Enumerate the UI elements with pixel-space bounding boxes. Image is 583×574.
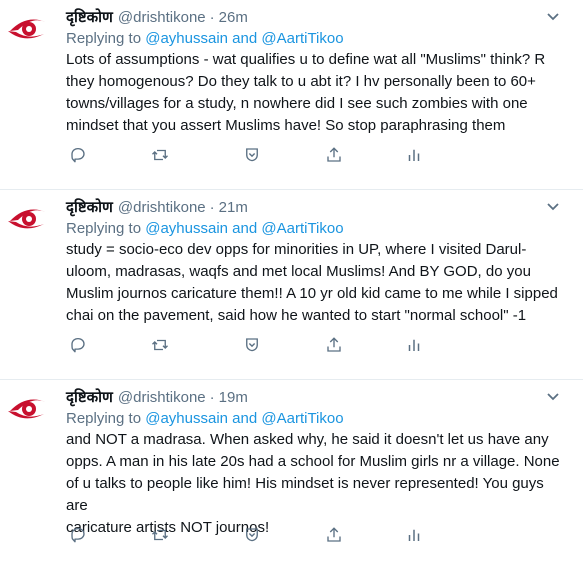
analytics-button[interactable] — [402, 143, 426, 167]
timestamp[interactable]: 21m — [219, 199, 248, 216]
user-handle[interactable]: @drishtikone — [118, 199, 206, 216]
analytics-icon — [408, 529, 420, 541]
avatar[interactable] — [6, 384, 52, 430]
like-icon — [246, 528, 258, 542]
tweet-header: दृष्टिकोण @drishtikone · 21m — [66, 196, 567, 218]
replying-to-label: Replying to — [66, 410, 142, 427]
tweet-text-line: towns/villages for a study, n nowhere di… — [66, 95, 528, 112]
tweet-text-line: study = socio-eco dev opps for minoritie… — [66, 241, 527, 258]
tweet-text-line: of u talks to people like him! His minds… — [66, 475, 544, 514]
replying-to-label: Replying to — [66, 30, 142, 47]
chevron-down-icon — [547, 13, 559, 21]
tweet-text-line: uloom, madrasas, waqfs and met local Mus… — [66, 263, 531, 280]
reply-button[interactable] — [66, 523, 90, 547]
mention-and: and — [232, 410, 258, 427]
tweet-text-line: opps. A man in his late 20s had a school… — [66, 453, 560, 470]
mention-link[interactable]: @AartiTikoo — [261, 30, 343, 47]
separator-dot: · — [209, 198, 215, 216]
mention-link[interactable]: @AartiTikoo — [261, 220, 343, 237]
timestamp[interactable]: 26m — [219, 9, 248, 26]
share-button[interactable] — [322, 523, 346, 547]
reply-icon — [71, 337, 85, 353]
replying-to-label: Replying to — [66, 220, 142, 237]
like-icon — [246, 338, 258, 352]
tweet-content: दृष्टिकोण @drishtikone · 26m Replying to… — [66, 6, 567, 137]
more-options-button[interactable] — [541, 8, 565, 26]
avatar[interactable] — [6, 4, 52, 50]
retweet-icon — [152, 149, 168, 161]
drishtikone-eye-logo-icon — [8, 19, 46, 39]
tweet-actions — [66, 523, 496, 547]
tweet-header: दृष्टिकोण @drishtikone · 26m — [66, 6, 567, 28]
replying-to: Replying to @ayhussain and @AartiTikoo — [66, 28, 567, 49]
separator-dot: · — [209, 388, 215, 406]
mention-and: and — [232, 30, 258, 47]
timestamp[interactable]: 19m — [219, 389, 248, 406]
tweet-text-line: Lots of assumptions - wat qualifies u to… — [66, 51, 546, 68]
reply-button[interactable] — [66, 143, 90, 167]
user-handle[interactable]: @drishtikone — [118, 9, 206, 26]
display-name[interactable]: दृष्टिकोण — [66, 7, 113, 27]
tweet-content: दृष्टिकोण @drishtikone · 19m Replying to… — [66, 386, 567, 539]
tweet-text-line: chai on the pavement, said how he wanted… — [66, 307, 527, 324]
more-options-button[interactable] — [541, 198, 565, 216]
tweet-text: study = socio-eco dev opps for minoritie… — [66, 239, 567, 327]
retweet-button[interactable] — [148, 523, 172, 547]
drishtikone-eye-logo-icon — [8, 209, 46, 229]
analytics-button[interactable] — [402, 333, 426, 357]
chevron-down-icon — [547, 393, 559, 401]
mention-link[interactable]: @AartiTikoo — [261, 410, 343, 427]
drishtikone-eye-logo-icon — [8, 399, 46, 419]
share-button[interactable] — [322, 333, 346, 357]
mention-link[interactable]: @ayhussain — [145, 220, 228, 237]
like-button[interactable] — [240, 333, 264, 357]
chevron-down-icon — [547, 203, 559, 211]
like-button[interactable] — [240, 143, 264, 167]
tweet-actions — [66, 143, 496, 167]
replying-to: Replying to @ayhussain and @AartiTikoo — [66, 408, 567, 429]
retweet-button[interactable] — [148, 333, 172, 357]
replying-to: Replying to @ayhussain and @AartiTikoo — [66, 218, 567, 239]
retweet-icon — [152, 529, 168, 541]
mention-link[interactable]: @ayhussain — [145, 410, 228, 427]
analytics-button[interactable] — [402, 523, 426, 547]
tweet-thread: दृष्टिकोण @drishtikone · 26m Replying to… — [0, 0, 583, 573]
share-icon — [327, 147, 341, 162]
tweet[interactable]: दृष्टिकोण @drishtikone · 19m Replying to… — [0, 380, 583, 573]
analytics-icon — [408, 339, 420, 351]
like-icon — [246, 148, 258, 162]
display-name[interactable]: दृष्टिकोण — [66, 197, 113, 217]
tweet[interactable]: दृष्टिकोण @drishtikone · 21m Replying to… — [0, 190, 583, 380]
mention-link[interactable]: @ayhussain — [145, 30, 228, 47]
separator-dot: · — [209, 8, 215, 26]
tweet-content: दृष्टिकोण @drishtikone · 21m Replying to… — [66, 196, 567, 327]
analytics-icon — [408, 149, 420, 161]
reply-icon — [71, 527, 85, 543]
tweet-text: Lots of assumptions - wat qualifies u to… — [66, 49, 567, 137]
more-options-button[interactable] — [541, 388, 565, 406]
tweet-text-line: Muslim journos caricature them!! A 10 yr… — [66, 285, 558, 302]
reply-button[interactable] — [66, 333, 90, 357]
avatar[interactable] — [6, 194, 52, 240]
retweet-button[interactable] — [148, 143, 172, 167]
share-button[interactable] — [322, 143, 346, 167]
tweet-text-line: and NOT a madrasa. When asked why, he sa… — [66, 431, 549, 448]
tweet[interactable]: दृष्टिकोण @drishtikone · 26m Replying to… — [0, 0, 583, 190]
share-icon — [327, 337, 341, 352]
share-icon — [327, 527, 341, 542]
retweet-icon — [152, 339, 168, 351]
user-handle[interactable]: @drishtikone — [118, 389, 206, 406]
like-button[interactable] — [240, 523, 264, 547]
mention-and: and — [232, 220, 258, 237]
tweet-text-line: they homogenous? Do they talk to u abt i… — [66, 73, 536, 90]
tweet-actions — [66, 333, 496, 357]
tweet-text-line: mindset that you assert Muslims have! So… — [66, 117, 506, 134]
reply-icon — [71, 147, 85, 163]
display-name[interactable]: दृष्टिकोण — [66, 387, 113, 407]
tweet-header: दृष्टिकोण @drishtikone · 19m — [66, 386, 567, 408]
